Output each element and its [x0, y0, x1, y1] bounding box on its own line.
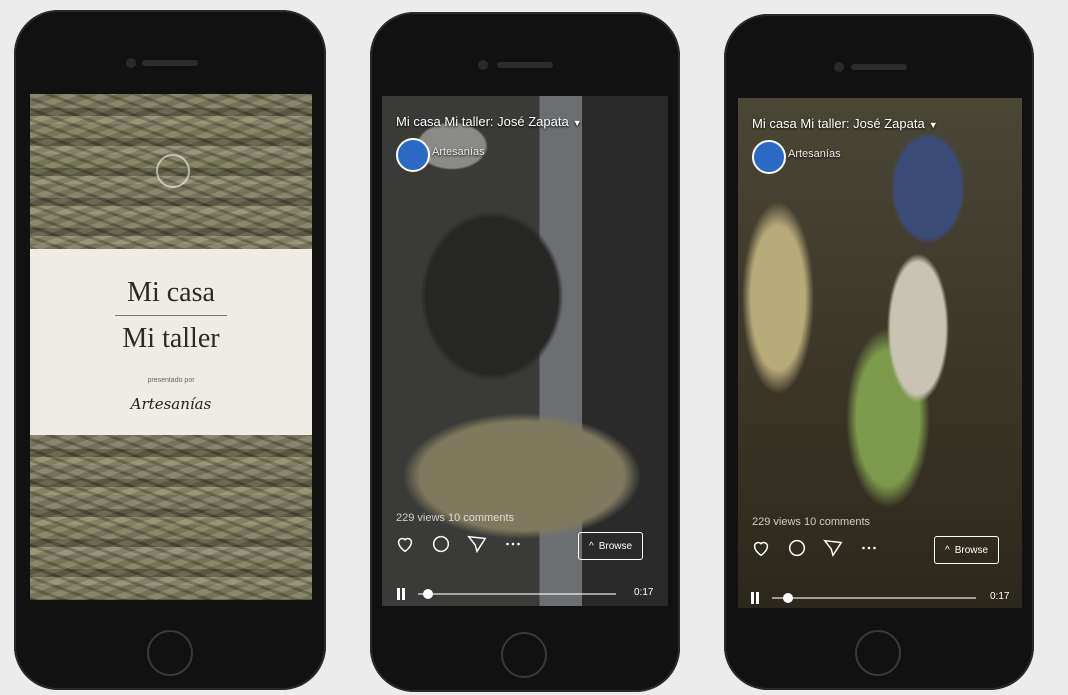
progress-track[interactable]: [772, 597, 976, 599]
progress-track[interactable]: [418, 593, 616, 595]
action-bar: [750, 536, 880, 560]
video-screen-1: Mi casa Mi taller: José Zapata ▼ Artesaní…: [382, 96, 668, 606]
presented-by-text: presentado por: [147, 377, 195, 384]
phone-3: Mi casa Mi taller: José Zapata ▼ Artesaní…: [724, 14, 1034, 690]
video-stats: 229 views 10 comments: [752, 516, 870, 528]
video-progress[interactable]: 0:17: [750, 590, 1012, 606]
cover-title-panel: Mi casa Mi taller presentado por Artesan…: [30, 249, 312, 435]
weave-image-bottom: [30, 435, 312, 600]
more-icon[interactable]: [858, 537, 880, 559]
phone-2: Mi casa Mi taller: José Zapata ▼ Artesaní…: [370, 12, 680, 692]
home-button[interactable]: [147, 630, 193, 676]
video-frame[interactable]: [738, 98, 1022, 608]
channel-avatar[interactable]: [752, 140, 786, 174]
title-divider: [115, 315, 227, 316]
browse-button[interactable]: ^ Browse: [934, 536, 1000, 564]
chevron-up-icon: ^: [945, 544, 950, 556]
front-camera: [834, 62, 844, 72]
progress-knob[interactable]: [422, 589, 433, 599]
chevron-up-icon: ^: [589, 540, 594, 552]
brand-logo-icon: [156, 154, 190, 188]
video-title[interactable]: Mi casa Mi taller: José Zapata ▼: [752, 116, 938, 131]
browse-button[interactable]: ^ Browse: [578, 532, 644, 560]
home-button[interactable]: [855, 630, 901, 676]
comment-icon[interactable]: [430, 533, 452, 555]
speaker-grille: [851, 64, 907, 70]
pause-icon[interactable]: [750, 592, 760, 604]
time-remaining: 0:17: [990, 591, 1010, 602]
send-icon[interactable]: [466, 533, 488, 555]
channel-name[interactable]: Artesanías: [432, 146, 485, 158]
video-stats: 229 views 10 comments: [396, 512, 514, 524]
cover-screen: Mi casa Mi taller presentado por Artesan…: [30, 94, 312, 600]
front-camera: [478, 60, 488, 70]
heart-icon[interactable]: [394, 533, 416, 555]
cover-title-line1: Mi casa: [127, 277, 215, 308]
browse-label: Browse: [954, 544, 989, 556]
heart-icon[interactable]: [750, 537, 772, 559]
time-remaining: 0:17: [634, 587, 654, 598]
video-title[interactable]: Mi casa Mi taller: José Zapata ▼: [396, 114, 582, 129]
more-icon[interactable]: [502, 533, 524, 555]
send-icon[interactable]: [822, 537, 844, 559]
phone-1: Mi casa Mi taller presentado por Artesan…: [14, 10, 326, 690]
front-camera: [126, 58, 136, 68]
speaker-grille: [497, 62, 553, 68]
dropdown-caret-icon: ▼: [572, 118, 582, 128]
speaker-grille: [142, 60, 198, 66]
video-frame[interactable]: [382, 96, 668, 606]
home-button[interactable]: [501, 632, 547, 678]
video-progress[interactable]: 0:17: [396, 586, 658, 602]
cover-title-line2: Mi taller: [122, 323, 220, 354]
channel-avatar[interactable]: [396, 138, 430, 172]
channel-name[interactable]: Artesanías: [788, 148, 841, 160]
video-screen-2: Mi casa Mi taller: José Zapata ▼ Artesaní…: [738, 98, 1022, 608]
pause-icon[interactable]: [396, 588, 406, 600]
comment-icon[interactable]: [786, 537, 808, 559]
dropdown-caret-icon: ▼: [928, 120, 938, 130]
progress-knob[interactable]: [783, 593, 794, 603]
brand-wordmark: Artesanías: [130, 395, 212, 413]
action-bar: [394, 532, 524, 556]
browse-label: Browse: [598, 540, 633, 552]
